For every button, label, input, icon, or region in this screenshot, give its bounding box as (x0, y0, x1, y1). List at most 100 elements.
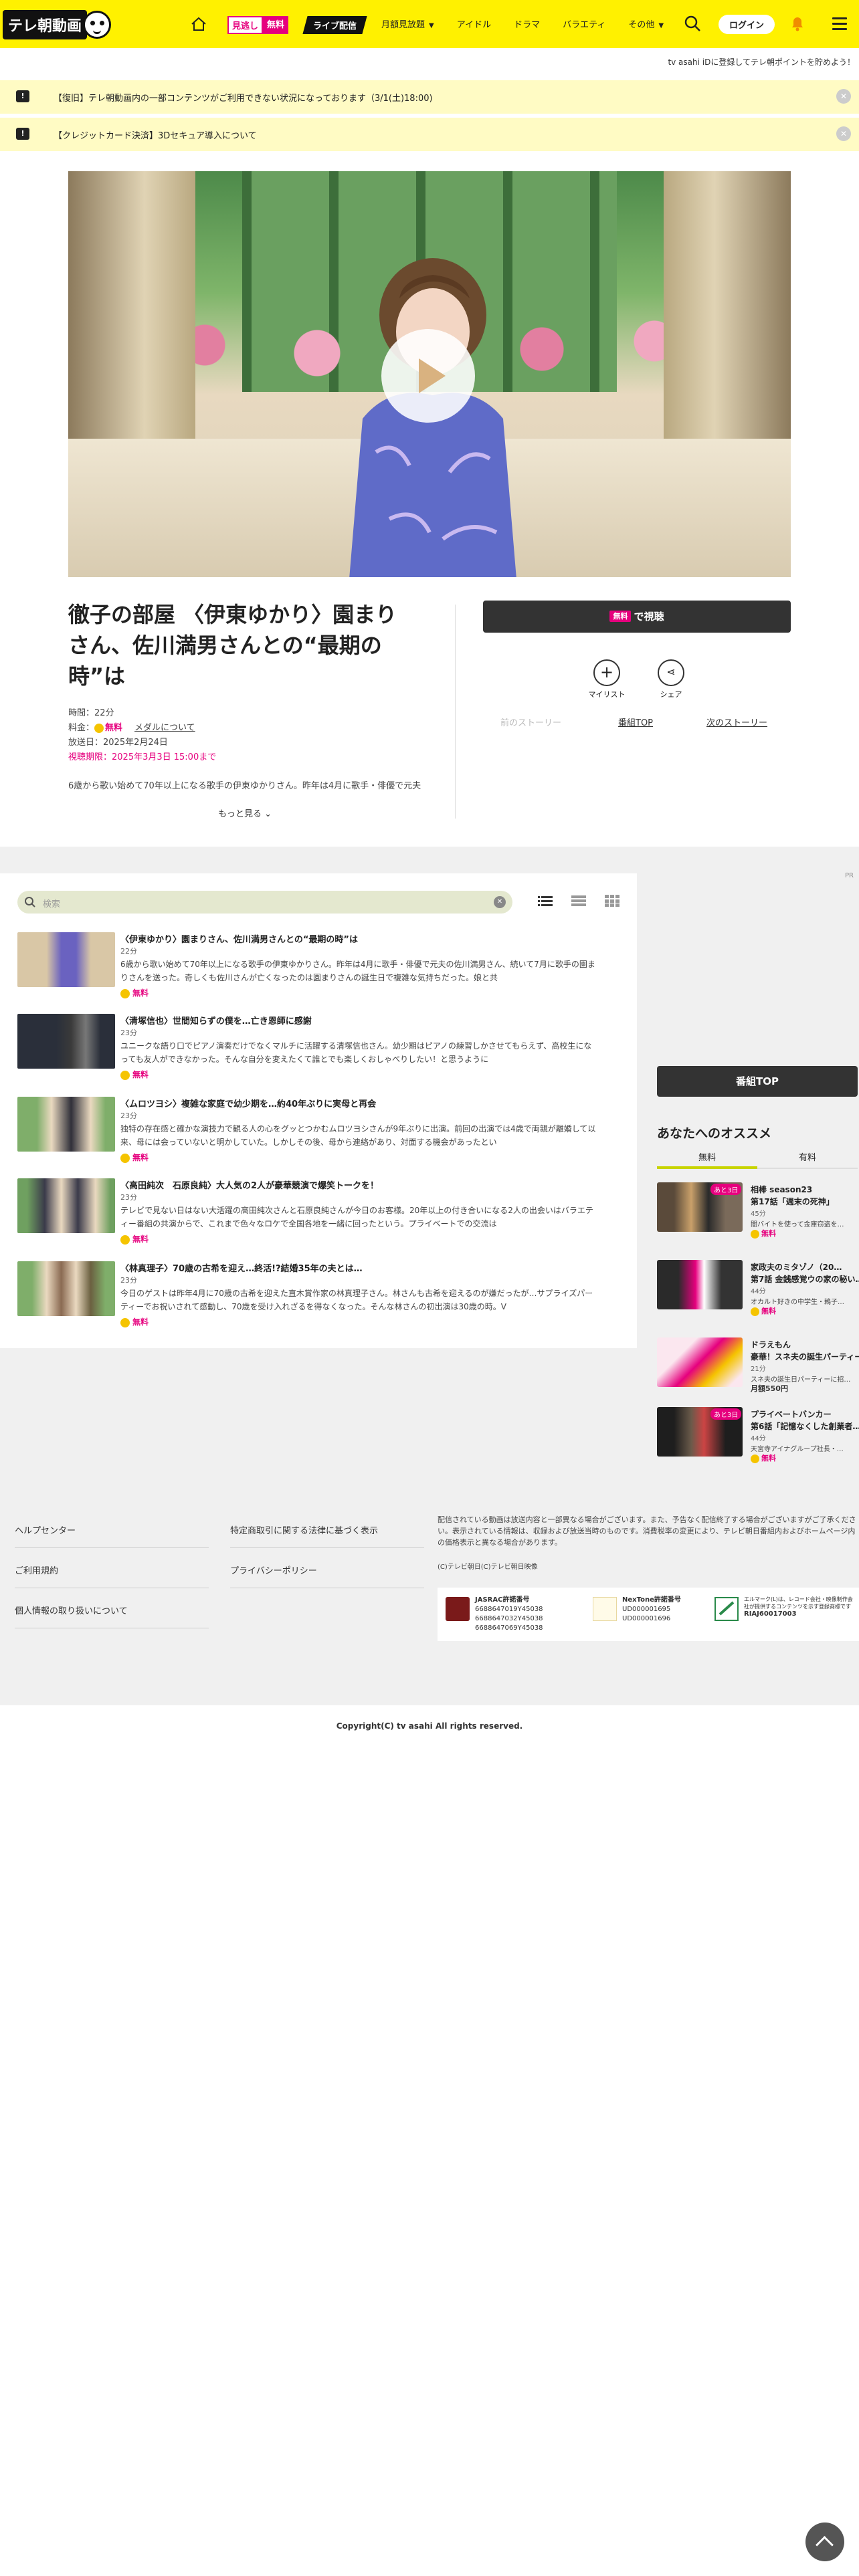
tab-free[interactable]: 無料 (657, 1150, 757, 1163)
price-row: 料金： 無料 メダルについて (68, 721, 216, 736)
search-icon[interactable] (684, 15, 701, 32)
price-label: 無料 (761, 1229, 776, 1238)
coin-icon (94, 723, 104, 733)
close-icon[interactable]: ✕ (836, 126, 851, 141)
episode-price: 無料 (120, 987, 149, 998)
riaj-number: RIAJ60017003 (744, 1610, 797, 1618)
episode-title: 〈清塚信也〉世間知らずの僕を…亡き恩師に感謝 (120, 1016, 312, 1027)
medal-link[interactable]: メダルについて (134, 723, 195, 733)
footer-link-terms[interactable]: ご利用規約 (15, 1564, 58, 1576)
recommend-title-text: 家政夫のミタゾノ（20… (751, 1263, 842, 1272)
recommend-price: 無料 (751, 1453, 776, 1463)
tv-asahi-id-link[interactable]: tv asahi iDに登録してテレ朝ポイントを貯めよう！ (668, 56, 855, 68)
recommend-subtitle: 第6話「記憶なくした創業者… (751, 1422, 859, 1431)
mylist-button[interactable]: + マイリスト (583, 659, 630, 700)
bell-icon[interactable] (789, 15, 805, 32)
episode-title: 〈高田純次 石原良純〉大人気の2人が豪華競演で爆笑トークを！ (120, 1181, 379, 1191)
episode-duration: 22分 (120, 947, 137, 956)
nav-item-monthly[interactable]: 月額見放題 ▼ (381, 17, 434, 30)
jasrac-info: JASRAC許諾番号 6688647019Y45038 6688647032Y4… (475, 1596, 543, 1633)
recommend-item[interactable]: ドラえもん 豪華！スネ夫の誕生パーティー 21分 スネ夫の誕生日パーティーに招…… (657, 1337, 859, 1393)
episode-title: 〈林真理子〉70歳の古希を迎え…終活!?結婚35年の夫とは… (120, 1264, 363, 1274)
recommend-subtitle: 第7話 金銭感覚ウの家の秘い… (751, 1275, 859, 1284)
nav-label: バラエティ (563, 20, 606, 30)
episode-item[interactable]: 〈ムロツヨシ〉複雑な家庭で幼少期を…約40年ぶりに実母と再会 23分 独特の存在… (17, 1097, 606, 1172)
live-badge[interactable]: ライブ配信 (302, 16, 367, 34)
episode-item[interactable]: 〈伊東ゆかり〉園まりさん、佐川満男さんとの“最期の時”は 22分 6歳から歌い始… (17, 932, 606, 1007)
footer-link-privacy-handling[interactable]: 個人情報の取り扱いについて (15, 1604, 128, 1616)
riaj-text: エルマーク(L)は、レコード会社・映像制作会社が提供するコンテンツを示す登録商標… (744, 1596, 853, 1610)
program-title: 徹子の部屋 〈伊東ゆかり〉園まりさん、佐川満男さんとの“最期の時”は (68, 602, 397, 689)
episode-search[interactable]: 検索 ✕ (17, 891, 512, 914)
program-meta: 時間：22分 料金： 無料 メダルについて 放送日：2025年2月24日 視聴期限：… (68, 706, 216, 765)
episode-thumbnail (17, 1097, 115, 1152)
next-story-link[interactable]: 次のストーリー (706, 716, 767, 728)
nav-item-variety[interactable]: バラエティ (563, 17, 605, 30)
jasrac-number: 6688647032Y45038 (475, 1615, 543, 1622)
recommend-title-text: プライベートバンカー (751, 1410, 832, 1419)
episode-free-label: 無料 (132, 1070, 149, 1079)
ad-tag: PR (845, 872, 854, 879)
footer-divider (15, 1547, 209, 1548)
nav-item-drama[interactable]: ドラマ (514, 17, 540, 30)
search-icon (25, 897, 35, 907)
hamburger-menu-icon[interactable] (832, 17, 847, 30)
episode-price: 無料 (120, 1316, 149, 1327)
price-label: 無料 (761, 1307, 776, 1315)
tab-paid[interactable]: 有料 (757, 1150, 858, 1163)
footer-link-commerce-law[interactable]: 特定商取引に関する法律に基づく表示 (230, 1523, 378, 1536)
recommend-item[interactable]: 家政夫のミタゾノ（20… 第7話 金銭感覚ウの家の秘い… 44分 オカルト好きの… (657, 1260, 859, 1316)
chevron-down-icon: ⌄ (264, 809, 272, 819)
grid-view-icon[interactable] (605, 895, 619, 907)
coin-icon (120, 1070, 130, 1080)
search-input[interactable]: 検索 (43, 897, 60, 909)
recommend-desc: オカルト好きの中学生・鶫子… (751, 1299, 844, 1306)
detail-view-icon[interactable] (571, 895, 586, 907)
notice-bar[interactable]: ! 【復旧】テレ朝動画内の一部コンテンツがご利用できない状況になっております（3… (0, 80, 859, 114)
notice-text: 【復旧】テレ朝動画内の一部コンテンツがご利用できない状況になっております（3/1… (54, 94, 433, 104)
free-tag: 無料 (609, 611, 632, 622)
recommend-title: あなたへのオススメ (657, 1126, 772, 1141)
video-player[interactable] (68, 171, 791, 577)
nextone-number: UD000001695 (622, 1606, 671, 1613)
program-top-link[interactable]: 番組TOP (618, 716, 653, 728)
coin-icon (751, 1229, 759, 1239)
recommend-item[interactable]: あと3日 プライベートバンカー 第6話「記憶なくした創業者… 44分 天宮寺アイ… (657, 1407, 859, 1463)
recommend-duration: 21分 (751, 1366, 766, 1373)
recommend-title-text: ドラえもん (751, 1340, 791, 1350)
play-button[interactable] (381, 329, 475, 423)
episode-item[interactable]: 〈清塚信也〉世間知らずの僕を…亡き恩師に感謝 23分 ユニークな語り口でピアノ演… (17, 1014, 606, 1089)
notice-icon: ! (16, 128, 29, 140)
notice-bar[interactable]: ! 【クレジットカード決済】3Dセキュア導入について ✕ (0, 118, 859, 151)
nav-item-idol[interactable]: アイドル (457, 17, 491, 30)
mitoku-label: 見逃し (227, 16, 264, 34)
coin-icon (751, 1307, 759, 1316)
site-logo[interactable]: テレ朝動画 (3, 8, 112, 41)
footer-small-copyright: (C)テレビ朝日(C)テレビ朝日映像 (438, 1564, 538, 1571)
clear-icon[interactable]: ✕ (494, 896, 506, 908)
footer-link-privacy-policy[interactable]: プライバシーポリシー (230, 1564, 317, 1576)
more-button[interactable]: もっと見る ⌄ (218, 807, 272, 819)
episode-item[interactable]: 〈高田純次 石原良純〉大人気の2人が豪華競演で爆笑トークを！ 23分 テレビで見… (17, 1178, 606, 1253)
footer-link-help[interactable]: ヘルプセンター (15, 1523, 76, 1536)
recommend-duration: 44分 (751, 1288, 766, 1295)
nav-item-other[interactable]: その他 ▼ (628, 17, 664, 30)
share-icon: ⋖ (658, 659, 684, 686)
share-button[interactable]: ⋖ シェア (648, 659, 694, 700)
price-free: 無料 (105, 723, 123, 733)
close-icon[interactable]: ✕ (836, 89, 851, 104)
program-top-button[interactable]: 番組TOP (657, 1066, 858, 1097)
active-tab-indicator (657, 1166, 757, 1169)
live-label: ライブ配信 (313, 21, 357, 31)
watch-free-button[interactable]: 無料 で視聴 (483, 601, 791, 633)
list-view-icon[interactable] (538, 895, 553, 907)
scroll-to-top-button[interactable] (805, 2523, 844, 2561)
home-icon[interactable] (190, 16, 207, 32)
nav-label: アイドル (456, 20, 492, 30)
login-button[interactable]: ログイン (719, 15, 775, 34)
prev-story-link[interactable]: 前のストーリー (500, 716, 561, 728)
episode-item[interactable]: 〈林真理子〉70歳の古希を迎え…終活!?結婚35年の夫とは… 23分 今日のゲス… (17, 1261, 606, 1336)
recommend-item[interactable]: あと3日 相棒 season23 第17話「週末の死神」 45分 闇バイトを使っ… (657, 1182, 859, 1239)
site-copyright: Copyright(C) tv asahi All rights reserve… (336, 1721, 523, 1731)
mitoku-free-badge[interactable]: 見逃し 無料 (227, 16, 289, 34)
